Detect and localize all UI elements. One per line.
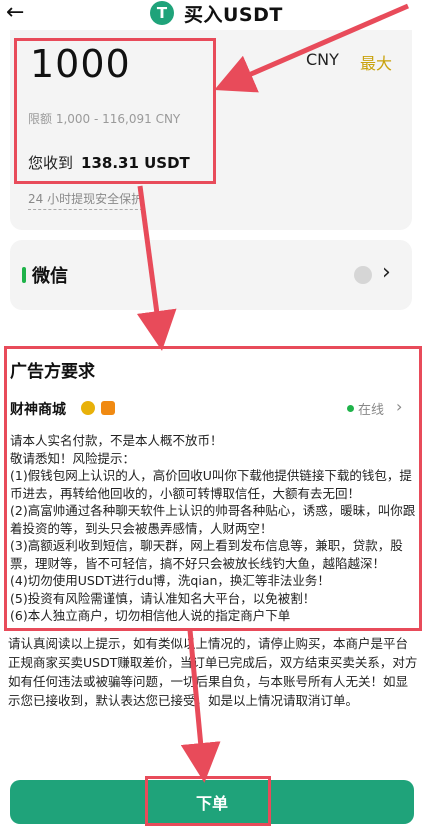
merchant-row[interactable]: 财神商城 在线 › [10,397,410,420]
limit-text: 限额 1,000 - 116,091 CNY [28,112,181,126]
merchant-badge-icon [101,401,115,415]
requirements-title: 广告方要求 [10,362,95,382]
receive-row: 您收到 138.31 USDT [28,152,190,173]
page-title-wrap: T 买入USDT [150,0,283,26]
requirement-line: 请本人实名付款，不是本人概不放币！ [10,433,223,448]
notice-text: 请认真阅读以上提示，如有类似以上情况的，请停止购买，本商户是平台正规商家买卖US… [8,636,418,708]
requirement-line: (4)切勿使用USDT进行du博，洗qian，换汇等非法业务！ [10,573,330,588]
requirement-line: (2)高富帅通过各种聊天软件上认识的帅哥各种贴心，诱惑，暖昧，叫你跟着投资的等，… [10,503,416,536]
arrow-left-icon[interactable]: ← [6,2,24,24]
payment-method-selector[interactable]: 微信 › [10,240,412,310]
amount-card: 1000 CNY 最大 限额 1,000 - 116,091 CNY 您收到 1… [10,30,412,230]
receive-label: 您收到 [28,154,74,172]
protection-link[interactable]: 24 小时提现安全保护 [28,190,144,210]
requirement-line: (5)投资有风险需谨慎，请认准知名大平台，以免被割！ [10,590,316,606]
chevron-right-icon[interactable]: › [382,260,391,285]
currency-label: CNY [306,50,339,69]
online-dot-icon [347,405,354,412]
requirement-line: (3)高额返利收到短信，聊天群，网上看到发布信息等，兼职，贷款，股票，理财等，皆… [10,538,403,571]
page-title: 买入USDT [184,3,283,26]
top-bar: ← T 买入USDT [0,0,425,30]
payment-color-bar [22,267,26,283]
verified-badge-icon [81,401,95,415]
amount-input[interactable]: 1000 [30,42,131,86]
online-status: 在线 [358,403,385,418]
receive-amount: 138.31 USDT [81,154,190,172]
payment-method-label: 微信 [32,266,68,287]
requirement-line: 敬请悉知！风险提示： [10,450,136,466]
max-button[interactable]: 最大 [360,50,392,74]
payment-status-icon [354,266,372,284]
requirements-text: 请本人实名付款，不是本人概不放币！ 敬请悉知！风险提示： (1)假钱包网上认识的… [10,432,418,628]
merchant-name: 财神商城 [10,402,66,418]
usdt-coin-icon: T [150,1,174,25]
place-order-button[interactable]: 下单 [10,780,414,824]
requirement-line: (6)本人独立商户，切勿相信他人说的指定商户下单 [10,608,291,623]
chevron-right-icon[interactable]: › [396,397,402,416]
requirement-line: (1)假钱包网上认识的人，高价回收U叫你下载他提供链接下载的钱包，提币进去，再转… [10,468,412,501]
